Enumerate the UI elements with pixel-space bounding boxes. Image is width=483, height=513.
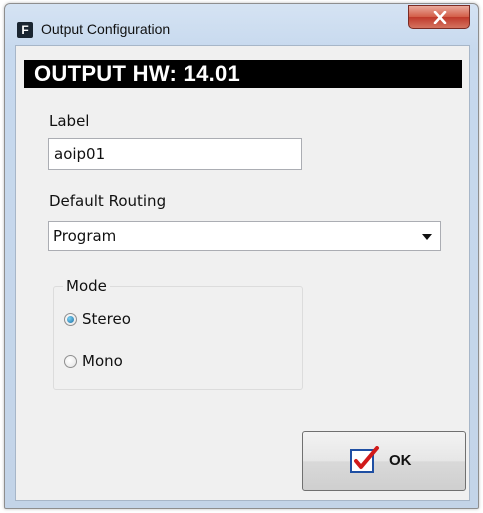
- dialog-content: OUTPUT HW: 14.01 Label aoip01 Default Ro…: [15, 45, 470, 501]
- mode-group: [53, 286, 303, 390]
- dialog-window: F Output Configuration OUTPUT HW: 14.01 …: [4, 3, 479, 509]
- output-header: OUTPUT HW: 14.01: [24, 60, 462, 88]
- mode-caption: Mode: [63, 277, 110, 295]
- label-input[interactable]: aoip01: [48, 138, 302, 170]
- close-button[interactable]: [408, 5, 470, 29]
- radio-mono-label: Mono: [82, 352, 123, 370]
- ok-button[interactable]: OK: [302, 431, 466, 491]
- routing-select[interactable]: Program: [48, 221, 441, 251]
- ok-button-label: OK: [389, 452, 412, 469]
- window-title: Output Configuration: [41, 21, 171, 37]
- title-bar[interactable]: F Output Configuration: [5, 4, 478, 46]
- close-icon: [433, 11, 447, 24]
- label-caption: Label: [49, 112, 90, 130]
- app-icon: F: [17, 22, 33, 38]
- radio-stereo-indicator[interactable]: [64, 313, 77, 326]
- radio-stereo-label: Stereo: [82, 310, 131, 328]
- chevron-down-icon: [422, 234, 432, 240]
- radio-mono-indicator[interactable]: [64, 355, 77, 368]
- routing-caption: Default Routing: [49, 192, 167, 210]
- checkmark-icon: [350, 446, 379, 473]
- routing-selected-value: Program: [53, 227, 117, 245]
